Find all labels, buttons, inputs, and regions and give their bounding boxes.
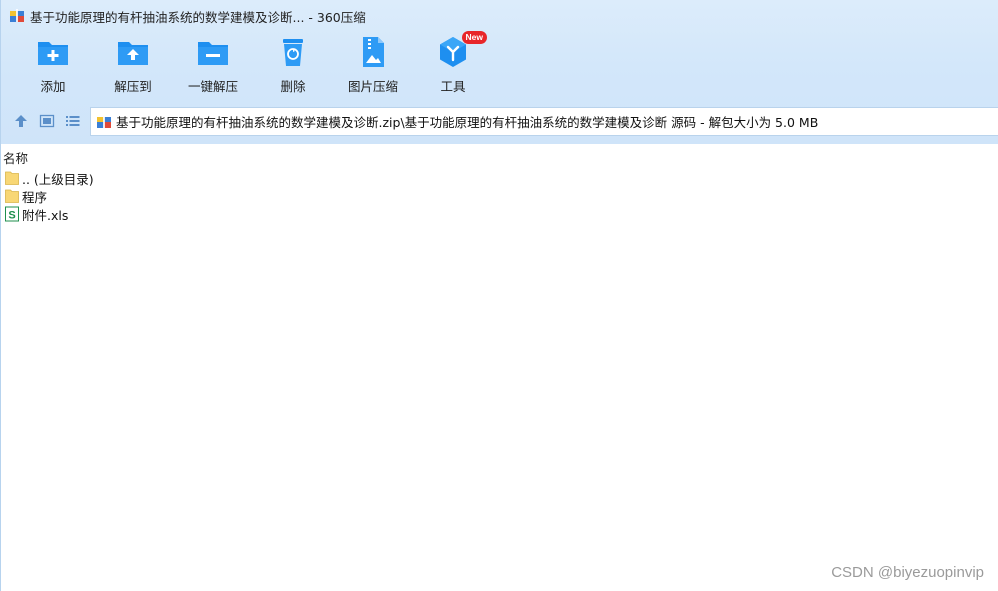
up-arrow-icon[interactable] [13,113,29,129]
title-bar: 基于功能原理的有杆抽油系统的数学建模及诊断... - 360压缩 [1,0,998,32]
navigation-row: 基于功能原理的有杆抽油系统的数学建模及诊断.zip\基于功能原理的有杆抽油系统的… [1,107,998,136]
zip-archive-icon [97,114,111,128]
image-compress-button[interactable]: 图片压缩 [333,34,413,100]
path-text: 基于功能原理的有杆抽油系统的数学建模及诊断.zip\基于功能原理的有杆抽油系统的… [116,115,819,130]
path-bar[interactable]: 基于功能原理的有杆抽油系统的数学建模及诊断.zip\基于功能原理的有杆抽油系统的… [90,107,998,136]
list-item[interactable]: 程序 [5,187,94,205]
file-name: 程序 [22,189,48,205]
file-name: .. (上级目录) [22,171,94,187]
new-badge: New [461,31,487,44]
tools-label: 工具 [440,79,466,94]
image-compress-label: 图片压缩 [347,79,398,94]
extract-to-icon [118,42,148,65]
archive-app-icon [10,9,24,22]
tools-icon-wrap: New [435,31,487,70]
add-label: 添加 [40,79,66,94]
extract-to-button[interactable]: 解压到 [93,34,173,100]
one-click-extract-label: 一键解压 [187,79,238,94]
image-compress-icon [363,37,384,67]
thumbnail-view-icon[interactable] [39,113,55,129]
one-click-extract-icon [198,42,228,65]
list-item[interactable]: .. (上级目录) [5,169,94,187]
one-click-extract-button[interactable]: 一键解压 [173,34,253,100]
file-list: 名称 .. (上级目录) 程序 S 附件.xls [1,144,998,591]
add-folder-icon [38,42,68,65]
watermark-text: CSDN @biyezuopinvip [831,564,984,581]
app-window: 基于功能原理的有杆抽油系统的数学建模及诊断... - 360压缩 添加 解压到 [0,0,998,591]
column-header-name[interactable]: 名称 [3,148,28,167]
file-rows: .. (上级目录) 程序 S 附件.xls [5,169,94,223]
extract-to-label: 解压到 [114,79,152,94]
tools-button[interactable]: New 工具 [413,31,493,100]
delete-button[interactable]: 删除 [253,34,333,100]
trash-icon [283,39,303,66]
svg-text:S: S [8,210,15,222]
add-button[interactable]: 添加 [13,34,93,100]
folder-icon [5,189,19,203]
delete-label: 删除 [280,79,306,94]
toolbar: 添加 解压到 一键解压 删除 图片压缩 New 工具 [1,31,521,100]
window-title: 基于功能原理的有杆抽油系统的数学建模及诊断... - 360压缩 [30,9,366,25]
folder-icon [5,171,19,185]
file-name: 附件.xls [22,207,69,223]
spreadsheet-icon: S [5,206,19,222]
list-view-icon[interactable] [65,113,81,129]
list-item[interactable]: S 附件.xls [5,205,94,223]
